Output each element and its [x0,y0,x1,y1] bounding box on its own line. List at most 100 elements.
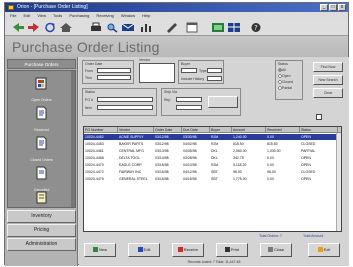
document-icon [36,136,47,150]
sidebar-header[interactable]: Purchase Orders [7,59,76,69]
sidebar-item-open-orders[interactable]: Open Orders [8,73,75,105]
print-icon[interactable] [89,22,103,33]
search-icon[interactable] [105,22,119,33]
table-cell: 03/12/98 [155,142,169,146]
vendor-label: Vendor [139,58,151,62]
table-cell: 0.00 [267,177,274,181]
notes-icon[interactable] [165,22,179,33]
sidebar-button-inventory[interactable]: Inventory [7,210,76,223]
home-icon[interactable] [59,22,73,33]
maximize-button[interactable]: □ [329,4,337,11]
exit-button[interactable]: Exit [308,243,340,257]
vendor-list[interactable] [139,63,175,83]
item-input[interactable] [97,105,153,110]
column-header-po[interactable]: PO Number [84,127,118,133]
heading-band: Purchase Order Listing [5,36,348,57]
new-icon [92,247,98,252]
table-cell: DKL [211,149,218,153]
table-cell: PARTIAL [301,149,316,153]
ship-via-input[interactable] [176,105,202,110]
receive-button[interactable]: Receive [172,243,204,257]
sidebar-button-administration[interactable]: Administration [7,238,76,251]
minimize-button[interactable]: _ [320,4,328,11]
menu-file[interactable]: File [10,12,16,19]
action-bar: New Edit Receive Print Close Exit [79,243,349,257]
table-cell: 0.00 [267,135,274,139]
print-button-label: Print [230,247,240,252]
table-row[interactable]: 10024-4475 GENERAL STEEL 03/16/98 04/15/98 S… [84,176,341,182]
rep-input[interactable] [176,97,202,102]
sidebar: Purchase Orders Open Orders Received Clo… [5,57,78,266]
print-button[interactable]: Print [216,243,248,257]
lookup-button[interactable] [208,96,238,108]
close-button[interactable]: Close [260,243,292,257]
menu-tools[interactable]: Tools [53,12,62,19]
menu-window[interactable]: Window [121,12,135,19]
toolbar: ? [5,19,348,36]
table-cell: DKL [211,156,218,160]
column-header-due-date[interactable]: Due Date [182,127,210,133]
mail-icon[interactable] [121,22,135,33]
column-header-order-date[interactable]: Order Date [154,127,182,133]
clipboard-icon [35,77,47,90]
back-icon[interactable] [11,22,25,33]
option-all[interactable]: All [282,68,286,72]
forward-icon[interactable] [27,22,41,33]
column-header-vendor[interactable]: Vendor [118,127,154,133]
menu-help[interactable]: Help [142,12,150,19]
column-header-buyer[interactable]: Buyer [210,127,232,133]
grid-icon[interactable] [227,22,241,33]
help-icon[interactable]: ? [249,22,263,33]
checkbox-icon[interactable] [316,114,322,120]
table-row[interactable]: 10024-4468 DELTA TOOL 03/14/98 03/28/98 DKL 3… [84,155,341,161]
table-cell: 1,775.00 [233,177,247,181]
report-icon[interactable] [211,22,225,33]
close-window-button[interactable]: x [338,4,346,11]
table-row[interactable]: 10024-4452 ACME SUPPLY 03/12/98 03/30/98 RJM… [84,134,341,140]
option-open[interactable]: Open [282,74,291,78]
sidebar-item-received[interactable]: Received [8,103,75,135]
new-button[interactable]: New [84,243,116,257]
new-search-button[interactable]: New Search [313,75,343,85]
chart-icon[interactable] [139,22,153,33]
table-row[interactable]: 10024-4461 CENTRAL MFG 03/13/98 04/05/98 DKL… [84,148,341,154]
to-date-input[interactable] [97,75,131,80]
table-cell: 10024-4472 [85,170,104,174]
menu-view[interactable]: View [37,12,46,19]
buyer-input[interactable] [181,68,197,73]
from-date-input[interactable] [97,68,131,73]
edit-button[interactable]: Edit [128,243,160,257]
option-partial[interactable]: Partial [282,86,292,90]
menu-edit[interactable]: Edit [23,12,30,19]
sidebar-scrollbar[interactable] [71,71,75,207]
radio-buttons[interactable] [278,68,282,92]
table-row[interactable]: 10024-4472 FAIRWAY INC 03/16/98 04/12/98 SBT… [84,169,341,175]
po-number-input[interactable] [97,97,153,102]
total-orders-label: Total Orders: 7 [259,234,282,238]
sidebar-item-closed-orders[interactable]: Closed Orders [8,133,75,165]
column-header-amount[interactable]: Amount [232,127,266,133]
column-header-status[interactable]: Status [300,127,338,133]
grid-scrollbar[interactable] [336,133,341,231]
type-input[interactable] [207,68,222,73]
table-row[interactable]: 10024-4470 EAGLE CORP 03/15/98 04/10/98 RJM 5… [84,162,341,168]
table-cell: 342.75 [233,156,244,160]
close-icon [267,247,273,252]
refresh-icon[interactable] [43,22,57,33]
calendar-icon[interactable] [185,22,199,33]
menu-receiving[interactable]: Receiving [96,12,114,19]
table-cell: 04/10/98 [183,163,197,167]
menu-purchasing[interactable]: Purchasing [69,12,89,19]
clear-button[interactable]: Clear [313,88,343,98]
sidebar-item-label: Received [34,128,49,132]
table-row[interactable]: 10024-4453 BAKER PARTS 03/12/98 04/02/98 RJM… [84,141,341,147]
table-cell: 10024-4470 [85,163,104,167]
sidebar-item-notes[interactable] [8,189,75,207]
option-closed[interactable]: Closed [282,80,293,84]
find-now-button[interactable]: Find Now [313,62,343,72]
table-cell: SBT [211,170,218,174]
sidebar-button-pricing[interactable]: Pricing [7,224,76,237]
column-header-received[interactable]: Received [266,127,300,133]
print-icon [224,247,230,252]
print-checkbox[interactable] [207,76,222,81]
